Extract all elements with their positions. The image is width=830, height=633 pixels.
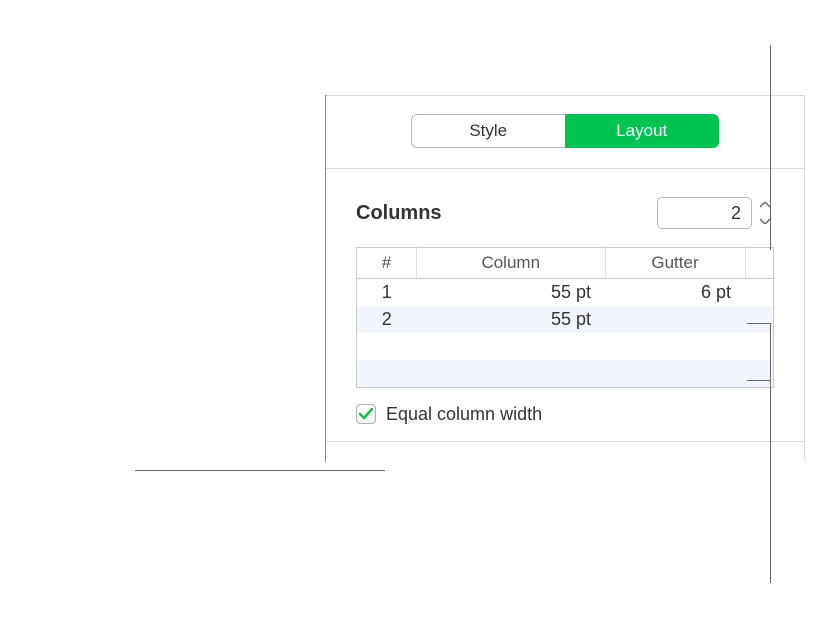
checkmark-icon: [359, 408, 373, 420]
cell-num: 1: [357, 279, 417, 307]
columns-label: Columns: [356, 202, 442, 225]
table-row-empty: [357, 333, 774, 360]
columns-control: [657, 197, 774, 229]
cell-gutter[interactable]: [605, 306, 745, 333]
callout-line: [747, 380, 770, 381]
table-row[interactable]: 2 55 pt: [357, 306, 774, 333]
callout-line: [135, 470, 385, 471]
equal-width-row: Equal column width: [356, 404, 774, 425]
cell-gutter[interactable]: 6 pt: [605, 279, 745, 307]
columns-stepper: [756, 197, 774, 229]
table-row-empty: [357, 360, 774, 387]
cell-column[interactable]: 55 pt: [417, 279, 606, 307]
equal-width-label: Equal column width: [386, 404, 542, 425]
tab-style[interactable]: Style: [411, 114, 565, 148]
table-header-row: # Column Gutter: [357, 248, 774, 279]
stepper-up-icon[interactable]: [756, 198, 774, 212]
stepper-down-icon[interactable]: [756, 214, 774, 228]
cell-column[interactable]: 55 pt: [417, 306, 606, 333]
columns-table: # Column Gutter 1 55 pt 6 pt 2 55 pt: [356, 247, 774, 388]
layout-panel: Style Layout Columns: [325, 95, 805, 462]
panel-inner: Style Layout Columns: [326, 95, 804, 462]
callout-line: [770, 323, 771, 583]
tab-layout[interactable]: Layout: [565, 114, 720, 148]
table-row[interactable]: 1 55 pt 6 pt: [357, 279, 774, 307]
cell-spacer: [745, 279, 774, 307]
tab-row: Style Layout: [411, 114, 719, 148]
equal-width-checkbox[interactable]: [356, 404, 376, 424]
header-num: #: [357, 248, 417, 279]
header-column: Column: [417, 248, 606, 279]
columns-count-input[interactable]: [657, 197, 752, 229]
bottom-divider: [326, 441, 804, 442]
section-divider: [326, 168, 804, 169]
cell-num: 2: [357, 306, 417, 333]
callout-line: [770, 45, 771, 250]
header-gutter: Gutter: [605, 248, 745, 279]
columns-row: Columns: [356, 197, 774, 229]
callout-line: [747, 323, 770, 324]
header-spacer: [745, 248, 774, 279]
